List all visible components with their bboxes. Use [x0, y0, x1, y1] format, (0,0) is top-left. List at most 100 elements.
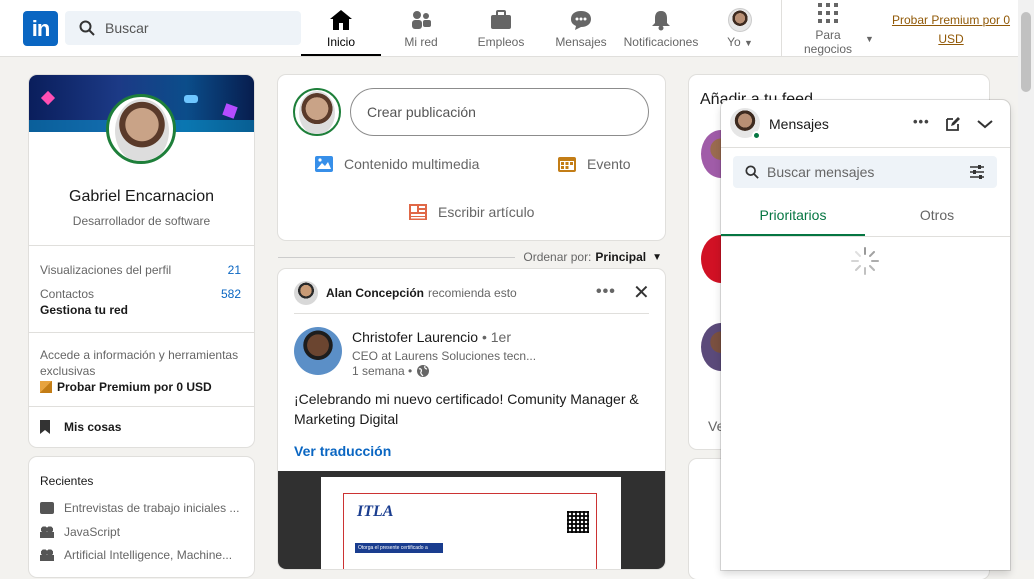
message-search-input[interactable]: Buscar mensajes — [733, 156, 997, 188]
page-scrollbar[interactable] — [1018, 0, 1034, 560]
feed-post: Alan Concepción recomienda esto ••• ✕ Ch… — [278, 269, 665, 569]
messaging-title: Mensajes — [769, 116, 829, 132]
certificate-image: ITLA Otorga el presente certificado a — [321, 477, 621, 569]
nav-me[interactable]: Yo ▼ — [706, 0, 774, 56]
premium-text: Accede a información y herramientas excl… — [40, 348, 239, 378]
contacts-row[interactable]: Contactos 582 — [40, 287, 241, 301]
media-button[interactable]: Contenido multimedia — [314, 155, 479, 173]
nav-jobs[interactable]: Empleos — [461, 0, 541, 56]
profile-name[interactable]: Gabriel Encarnacion — [29, 188, 254, 206]
avatar[interactable] — [294, 281, 318, 305]
banner-shape — [222, 103, 238, 119]
post-composer: Crear publicación Contenido multimedia E… — [278, 75, 665, 240]
more-options-icon[interactable]: ••• — [596, 283, 616, 301]
my-items-link[interactable]: Mis cosas — [40, 419, 121, 435]
sort-value: Principal — [595, 250, 647, 264]
recent-title: Recientes — [40, 474, 94, 488]
profile-headline: Desarrollador de software — [72, 214, 211, 228]
premium-link[interactable]: Probar Premium por 0 USD — [889, 11, 1013, 49]
post-text: ¡Celebrando mi nuevo certificado! Comuni… — [294, 391, 639, 427]
recent-item-label: Entrevistas de trabajo iniciales ... — [64, 501, 240, 515]
profile-avatar[interactable] — [106, 94, 176, 164]
nav-label: negocios — [803, 41, 853, 56]
post-time: 1 semana • — [352, 364, 430, 378]
linkedin-logo[interactable]: in — [23, 11, 58, 46]
chevron-down-icon[interactable]: ▼ — [865, 34, 874, 44]
event-label: Evento — [587, 156, 631, 172]
author-name: Christofer Laurencio — [352, 329, 479, 345]
tab-focused[interactable]: Prioritarios — [721, 200, 865, 236]
article-button[interactable]: Escribir artículo — [408, 203, 534, 221]
qr-code — [567, 511, 589, 533]
scrollbar-thumb[interactable] — [1021, 12, 1031, 92]
nav-label: Mensajes — [555, 34, 607, 49]
chat-icon — [571, 10, 591, 30]
close-icon[interactable]: ✕ — [633, 280, 650, 305]
author-headline: CEO at Laurens Soluciones tecn... — [352, 349, 537, 363]
avatar[interactable] — [293, 88, 341, 136]
sort-dropdown[interactable]: Principal ▼ — [595, 250, 665, 264]
recent-item[interactable]: Entrevistas de trabajo iniciales ... — [40, 501, 239, 515]
divider — [29, 406, 254, 407]
see-translation-link[interactable]: Ver traducción — [294, 443, 391, 459]
grid-icon — [818, 2, 838, 23]
chevron-down-icon[interactable] — [977, 119, 993, 129]
post-author[interactable]: Christofer Laurencio • 1er — [352, 329, 511, 345]
nav-label: Inicio — [326, 34, 355, 49]
profile-views-row[interactable]: Visualizaciones del perfil 21 — [40, 263, 241, 277]
post-recommendation: Alan Concepción recomienda esto — [294, 281, 517, 305]
divider — [278, 256, 516, 258]
recent-card: Recientes Entrevistas de trabajo inicial… — [29, 457, 254, 577]
nav-label: Empleos — [477, 34, 525, 49]
article-icon — [409, 204, 427, 220]
author-avatar[interactable] — [294, 327, 342, 375]
filter-icon[interactable] — [969, 165, 985, 179]
manage-network-link[interactable]: Gestiona tu red — [40, 302, 128, 318]
group-icon — [40, 526, 54, 538]
global-nav: in Buscar Inicio Mi red Empleos Mensajes… — [0, 0, 1034, 57]
avatar-face — [115, 99, 169, 161]
nav-notifications[interactable]: Notificaciones — [621, 0, 701, 56]
nav-messaging[interactable]: Mensajes — [541, 0, 621, 56]
nav-label: Yo — [727, 34, 741, 49]
divider — [294, 313, 649, 314]
recommends-text: recomienda esto — [428, 286, 517, 300]
calendar-icon — [40, 502, 54, 514]
itla-logo: ITLA — [357, 503, 394, 520]
nav-for-business[interactable]: Para negocios — [795, 0, 861, 56]
messaging-header[interactable]: Mensajes ••• — [721, 100, 1010, 148]
compose-icon[interactable] — [945, 116, 961, 132]
nav-home[interactable]: Inicio — [301, 0, 381, 56]
avatar-face — [299, 91, 335, 134]
search-icon — [79, 20, 95, 36]
sort-bar: Ordenar por: Principal ▼ — [278, 250, 665, 264]
avatar — [728, 7, 752, 32]
event-button[interactable]: Evento — [557, 155, 631, 173]
bell-icon — [652, 10, 670, 30]
image-icon — [315, 156, 333, 172]
nav-my-network[interactable]: Mi red — [381, 0, 461, 56]
more-options-icon[interactable]: ••• — [913, 114, 930, 129]
recommender-name[interactable]: Alan Concepción — [326, 286, 424, 300]
profile-card: Gabriel Encarnacion Desarrollador de sof… — [29, 75, 254, 447]
nav-me-wrap: Yo ▼ — [727, 35, 753, 49]
group-icon — [40, 549, 54, 561]
search-input[interactable]: Buscar — [65, 11, 301, 45]
create-post-button[interactable]: Crear publicación — [350, 88, 649, 136]
post-image[interactable]: ITLA Otorga el presente certificado a — [278, 471, 665, 569]
network-icon — [412, 10, 431, 29]
premium-cta-label: Probar Premium por 0 USD — [57, 380, 212, 394]
briefcase-icon — [491, 9, 511, 29]
loading-spinner-icon — [851, 247, 879, 275]
premium-cta[interactable]: Probar Premium por 0 USD — [40, 379, 212, 395]
messaging-panel: Mensajes ••• Buscar mensajes Prioritario… — [721, 100, 1010, 570]
search-placeholder: Buscar — [105, 20, 149, 36]
stat-value: 582 — [220, 287, 241, 301]
article-label: Escribir artículo — [438, 204, 535, 220]
tab-other[interactable]: Otros — [865, 200, 1009, 236]
media-label: Contenido multimedia — [344, 156, 480, 172]
banner-shape — [184, 95, 198, 103]
online-status-icon — [752, 131, 761, 140]
globe-icon — [417, 365, 430, 377]
recent-item[interactable]: JavaScript — [40, 525, 120, 539]
